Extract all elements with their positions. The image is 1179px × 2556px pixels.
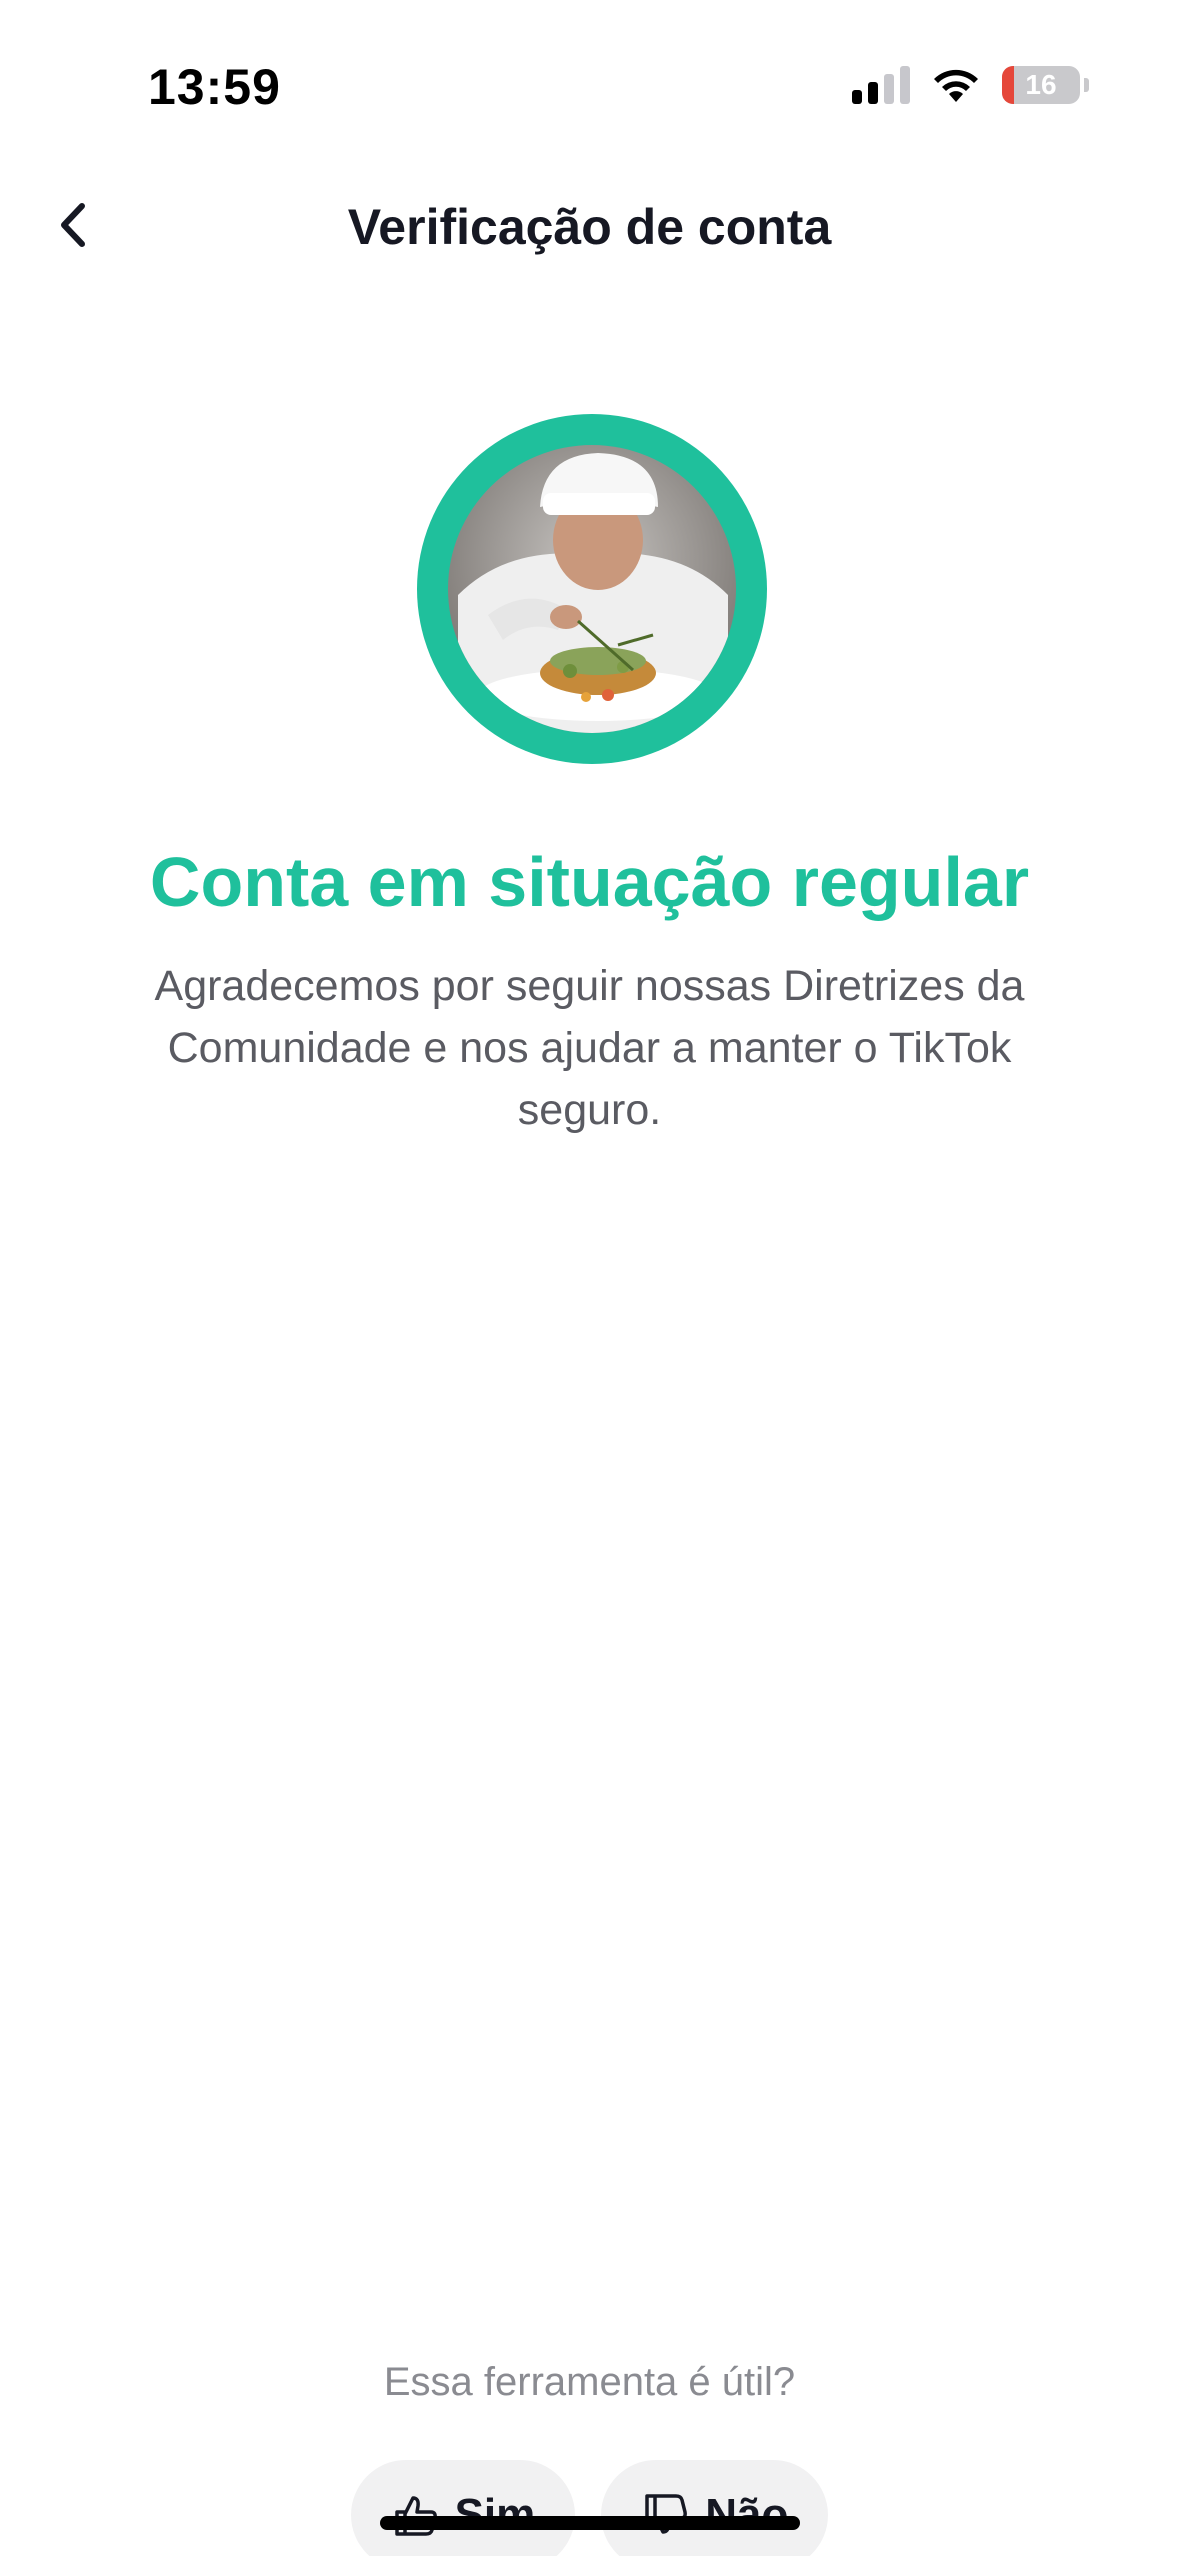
battery-level: 16: [1025, 69, 1057, 100]
thumbs-up-icon: [394, 2496, 437, 2536]
status-illustration: [417, 414, 767, 764]
home-indicator[interactable]: [380, 2516, 800, 2530]
cellular-signal-icon: [852, 66, 910, 104]
thumbs-down-icon: [645, 2494, 688, 2534]
screen: 13:59 16 Verificação de conta Conta em s…: [0, 0, 1179, 2556]
battery-tip: [1084, 78, 1089, 92]
wifi-icon: [934, 69, 978, 102]
chef-photo: [448, 445, 736, 733]
no-button[interactable]: Não: [601, 2460, 829, 2556]
status-headline: Conta em situação regular: [149, 843, 1030, 921]
status-icons: 16: [852, 66, 1089, 104]
battery-icon: 16: [1002, 66, 1080, 104]
yes-label: Sim: [454, 2490, 536, 2539]
yes-button[interactable]: Sim: [350, 2460, 576, 2556]
status-description: Agradecemos por seguir nossas Diretrizes…: [154, 962, 1025, 1134]
no-label: Não: [705, 2490, 789, 2539]
feedback-question: Essa ferramenta é útil?: [383, 2360, 796, 2404]
feedback-buttons: Sim Não: [0, 2460, 1179, 2556]
page-title: Verificação de conta: [347, 199, 832, 255]
status-time: 13:59: [148, 59, 281, 115]
